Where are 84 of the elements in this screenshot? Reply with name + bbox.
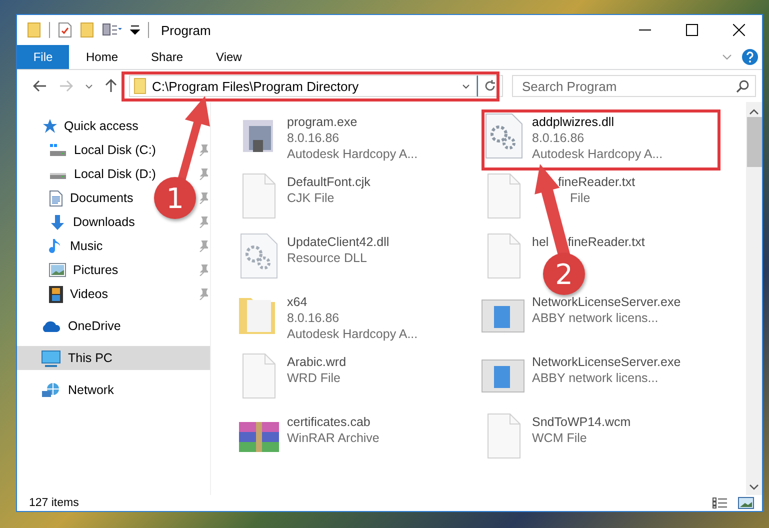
file-name[interactable]: NetworkLicenseServer.exe [532,294,681,310]
file-name[interactable]: x64 [287,294,308,310]
search-icon[interactable] [736,80,749,93]
window-title: Program [161,22,211,38]
nav-item[interactable]: This PC [41,346,112,370]
file-name[interactable]: fineReader.txt [532,174,636,190]
file-detail: Autodesk Hardcopy A... [532,146,663,162]
pin-icon[interactable] [199,240,208,252]
file-detail: File [570,190,590,206]
file-name[interactable]: DefaultFont.cjk [287,174,370,190]
forward-arrow-icon [59,80,73,92]
download-arrow-icon [49,214,66,230]
file-menu-button[interactable]: File [17,45,69,69]
picture-icon [49,263,66,277]
file-detail: CJK File [287,190,334,206]
nav-item[interactable]: Quick access [41,114,138,138]
large-icons-view-icon[interactable] [738,497,754,509]
pin-icon[interactable] [199,264,208,276]
folder-icon [27,22,41,38]
monitor-icon [41,350,61,366]
address-bar[interactable]: C:\Program Files\Program Directory [129,75,477,97]
scrollbar[interactable] [746,102,762,495]
pin-icon[interactable] [199,168,208,180]
drive-icon [49,143,67,157]
file-detail: 8.0.16.86 [532,130,584,146]
nav-item[interactable]: OneDrive [41,314,121,338]
network-icon [41,382,61,398]
item-count: 127 items [29,497,79,509]
nav-item[interactable]: Pictures [49,258,118,282]
file-detail: WCM File [532,430,587,446]
ribbon-tab[interactable]: Home [69,45,134,69]
file-detail: 8.0.16.86 [287,310,340,326]
file-detail: Autodesk Hardcopy A... [287,326,418,342]
ribbon-tab[interactable]: Share [134,45,200,69]
file-name[interactable]: addplwizres.dll [532,114,614,130]
file-detail: ABBY network licens... [532,370,658,386]
back-arrow-icon [33,80,47,92]
properties-icon[interactable] [58,22,72,38]
search-field[interactable]: Search Program [512,75,756,97]
nav-item[interactable]: Network [41,378,114,402]
file-name[interactable]: SndToWP14.wcm [532,414,631,430]
customize-caret-icon[interactable] [130,25,140,35]
scrollbar-thumb[interactable] [746,117,762,167]
file-name[interactable]: certificates.cab [287,414,370,430]
new-folder-icon[interactable] [80,22,94,38]
file-detail: ABBY network licens... [532,310,658,326]
caret-icon [85,84,93,88]
maximize-icon [686,24,698,36]
close-icon [732,24,744,36]
file-name[interactable]: Arabic.wrd [287,354,346,370]
file-detail: WinRAR Archive [287,430,380,446]
file-detail: Resource DLL [287,250,367,266]
file-detail: WRD File [287,370,340,386]
nav-item[interactable]: Downloads [49,210,135,234]
film-icon [49,286,63,302]
file-name[interactable]: NetworkLicenseServer.exe [532,354,681,370]
scroll-up-icon[interactable] [749,108,759,115]
scroll-down-icon[interactable] [749,484,759,491]
pin-icon[interactable] [199,216,208,228]
file-name[interactable]: program.exe [287,114,358,130]
nav-item[interactable]: Documents [49,186,134,210]
folder-icon [134,78,146,94]
refresh-icon [484,80,496,92]
file-detail: Autodesk Hardcopy A... [287,146,418,162]
pin-icon[interactable] [199,144,208,156]
view-options-icon[interactable] [102,22,122,38]
file-name[interactable]: hel fineReader.txt [532,234,645,250]
details-view-icon[interactable] [712,497,728,509]
pin-icon[interactable] [199,192,208,204]
nav-item[interactable]: Music [49,234,103,258]
pin-icon[interactable] [199,288,208,300]
ribbon-tab[interactable]: View [199,45,258,69]
file-detail: 8.0.16.86 [287,130,340,146]
nav-item[interactable]: Videos [49,282,108,306]
up-arrow-icon [105,79,117,93]
star-icon [41,118,57,134]
nav-item[interactable]: Local Disk (C:) [49,138,156,162]
nav-item[interactable]: Local Disk (D:) [49,162,156,186]
help-icon[interactable] [742,49,758,65]
cloud-icon [41,320,61,332]
expand-ribbon-chevron-icon[interactable] [722,54,732,60]
document-icon [49,190,63,206]
file-name[interactable]: UpdateClient42.dll [287,234,390,250]
dropdown-caret-icon[interactable] [462,84,470,88]
